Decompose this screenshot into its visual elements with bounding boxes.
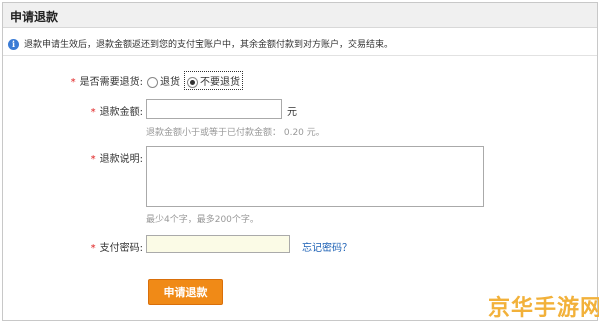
- required-mark: *: [70, 77, 76, 88]
- explanation-row: * 退款说明:: [3, 150, 143, 165]
- explanation-label: 退款说明:: [99, 154, 143, 165]
- submit-refund-button[interactable]: 申请退款: [148, 279, 223, 305]
- notice-text: 退款申请生效后，退款金额返还到您的支付宝账户中，其余金额付款到对方账户，交易结束…: [24, 40, 394, 50]
- return-goods-option-label: 退货: [160, 77, 180, 88]
- required-mark: *: [90, 107, 96, 118]
- return-goods-row: * 是否需要退货:: [3, 73, 143, 88]
- amount-unit: 元: [287, 107, 297, 118]
- no-return-goods-option[interactable]: 不要退货: [184, 71, 243, 90]
- password-row: * 支付密码:: [3, 239, 143, 254]
- no-return-goods-option-label: 不要退货: [200, 77, 240, 88]
- panel-header: 申请退款: [3, 3, 597, 28]
- required-mark: *: [90, 154, 96, 165]
- required-mark: *: [90, 243, 96, 254]
- radio-no-return-goods[interactable]: [187, 76, 198, 88]
- refund-explanation-textarea[interactable]: [146, 146, 484, 207]
- explanation-hint: 最少4个字，最多200个字。: [146, 215, 259, 225]
- divider: [3, 55, 597, 56]
- pay-password-input[interactable]: [146, 235, 290, 253]
- watermark-logo: 京华手游网: [488, 296, 599, 321]
- refund-amount-input[interactable]: [146, 99, 282, 119]
- refund-panel: 申请退款 i 退款申请生效后，退款金额返还到您的支付宝账户中，其余金额付款到对方账…: [2, 2, 598, 321]
- page-title: 申请退款: [10, 10, 59, 24]
- password-label: 支付密码:: [99, 243, 143, 254]
- amount-row: * 退款金额:: [3, 103, 143, 118]
- notice-bar: i 退款申请生效后，退款金额返还到您的支付宝账户中，其余金额付款到对方账户，交易结…: [8, 37, 594, 51]
- info-icon: i: [8, 39, 19, 50]
- amount-hint: 退款金额小于或等于已付款金额： 0.20 元。: [146, 128, 325, 138]
- return-goods-label: 是否需要退货:: [79, 77, 143, 88]
- amount-label: 退款金额:: [99, 107, 143, 118]
- return-goods-option[interactable]: 退货: [147, 73, 180, 88]
- radio-return-goods[interactable]: [147, 76, 158, 88]
- forgot-password-link[interactable]: 忘记密码？: [302, 239, 352, 254]
